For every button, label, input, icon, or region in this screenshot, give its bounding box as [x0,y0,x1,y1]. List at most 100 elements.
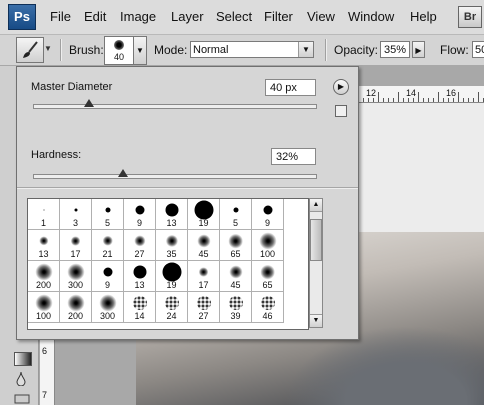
brush-preset-item[interactable]: 9 [124,199,156,230]
brush-preset-item[interactable]: 9 [92,261,124,292]
brush-preset-item[interactable]: 19 [188,199,220,230]
brush-preset-size-label: 14 [134,311,145,321]
brush-preset-size-label: 9 [264,218,270,228]
hardness-label: Hardness: [31,149,82,161]
hardness-slider-thumb[interactable] [118,169,129,177]
ruler-tick [368,98,369,102]
brush-preset-item[interactable]: 65 [252,261,284,292]
opacity-slider-button[interactable]: ▶ [412,41,425,58]
ruler-tick [448,98,449,102]
ruler-tick [423,98,424,102]
ruler-label: 12 [366,88,377,98]
scroll-up-arrow-icon[interactable]: ▲ [310,199,322,212]
brush-tip-preview [70,236,81,246]
brush-tip-preview [196,234,211,248]
popup-menu-button[interactable]: ▶ [333,79,349,95]
brush-preset-item[interactable]: 13 [124,261,156,292]
chevron-down-icon[interactable]: ▼ [44,37,54,61]
brush-tip-preview [105,207,110,213]
brush-preset-item[interactable]: 24 [156,292,188,323]
scroll-thumb[interactable] [310,219,322,261]
brush-preset-item[interactable]: 100 [28,292,60,323]
menu-bar: Ps File Edit Image Layer Select Filter V… [0,0,484,35]
hardness-slider-track[interactable] [33,174,317,179]
chevron-down-icon: ▼ [298,42,313,57]
master-diameter-input[interactable]: 40 px [265,79,316,96]
brush-preset-item[interactable]: 45 [220,261,252,292]
horizontal-ruler [358,86,484,103]
brush-picker-dropdown-button[interactable]: ▼ [133,36,147,65]
diameter-slider-thumb[interactable] [84,99,95,107]
opacity-input[interactable]: 35% [380,41,410,58]
brush-preset-item[interactable]: 46 [252,292,284,323]
brush-preset-size-label: 24 [166,311,177,321]
menu-window[interactable]: Window [348,9,394,24]
brush-preset-item[interactable]: 19 [156,261,188,292]
divider [325,39,327,61]
gradient-tool-icon[interactable] [14,352,32,366]
brush-preset-item[interactable]: 300 [60,261,92,292]
brush-preset-item[interactable]: 200 [60,292,92,323]
tool-preset-picker[interactable] [16,37,44,63]
bridge-button[interactable]: Br [458,6,482,28]
brush-preset-size-label: 27 [198,311,209,321]
brush-preset-item[interactable]: 200 [28,261,60,292]
brush-preset-item[interactable]: 39 [220,292,252,323]
brush-preset-item[interactable]: 14 [124,292,156,323]
sponge-tool-icon[interactable] [14,394,30,404]
brush-tip-preview [259,232,276,250]
brush-preset-item[interactable]: 45 [188,230,220,261]
brush-preset-size-label: 21 [102,249,113,259]
preset-grid-scrollbar[interactable]: ▲ ▼ [309,198,323,328]
brush-preset-item[interactable]: 3 [60,199,92,230]
brush-preset-item[interactable]: 27 [124,230,156,261]
brush-preset-item[interactable]: 17 [60,230,92,261]
ruler-tick [458,92,459,102]
new-preset-icon[interactable] [335,105,347,117]
brush-preset-item[interactable]: 1 [28,199,60,230]
diameter-slider-track[interactable] [33,104,317,109]
brush-preset-item[interactable]: 17 [188,261,220,292]
brush-preset-item[interactable]: 300 [92,292,124,323]
menu-image[interactable]: Image [120,9,156,24]
hardness-input[interactable]: 32% [271,148,316,165]
blend-mode-select[interactable]: Normal ▼ [190,41,314,58]
brush-preset-item[interactable]: 5 [92,199,124,230]
brush-preset-item[interactable]: 13 [156,199,188,230]
brush-preset-item[interactable]: 13 [28,230,60,261]
menu-layer[interactable]: Layer [171,9,204,24]
brush-preset-size-label: 200 [67,311,84,321]
ruler-label: 16 [446,88,457,98]
brush-preset-size-label: 17 [198,280,209,290]
brush-preset-item[interactable]: 65 [220,230,252,261]
brush-tip-preview [198,267,209,277]
brush-preset-picker[interactable]: 40 [104,36,134,65]
brush-preset-size-label: 9 [104,280,110,290]
brush-preset-item[interactable]: 5 [220,199,252,230]
menu-filter[interactable]: Filter [264,9,293,24]
brush-preset-item[interactable]: 27 [188,292,220,323]
menu-file[interactable]: File [50,9,71,24]
menu-edit[interactable]: Edit [84,9,106,24]
brush-tip-preview [164,296,179,310]
flow-input[interactable]: 50 [472,41,484,58]
menu-help[interactable]: Help [410,9,437,24]
brush-preset-size-label: 100 [35,311,52,321]
blur-tool-icon[interactable] [16,372,26,386]
ruler-tick [463,98,464,102]
ruler-tick [468,98,469,102]
ruler-tick [478,92,479,102]
scroll-down-arrow-icon[interactable]: ▼ [310,314,322,327]
ruler-tick [408,98,409,102]
brush-preset-size-label: 3 [72,218,78,228]
ruler-tick [378,92,379,102]
brush-preset-item[interactable]: 21 [92,230,124,261]
menu-view[interactable]: View [307,9,335,24]
brush-preset-size-label: 17 [70,249,81,259]
brush-preset-item[interactable]: 9 [252,199,284,230]
flow-label: Flow: [440,43,469,57]
brush-preset-item[interactable]: 100 [252,230,284,261]
menu-select[interactable]: Select [216,9,252,24]
brush-preset-size-label: 13 [166,218,177,228]
brush-preset-item[interactable]: 35 [156,230,188,261]
